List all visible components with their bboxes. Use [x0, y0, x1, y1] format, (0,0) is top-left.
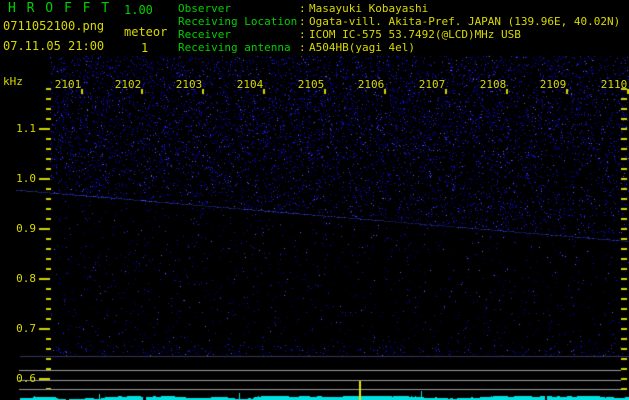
freq-axis-unit-label: kHz — [3, 76, 23, 88]
info-value: A504HB(yagi 4el) — [309, 41, 415, 54]
info-value: Masayuki Kobayashi — [309, 2, 428, 15]
app-title: H R O F F T — [8, 3, 111, 15]
info-colon: : — [299, 2, 309, 15]
freq-tick-label: 0.8 — [0, 273, 36, 284]
time-tick-label: 2110 — [600, 79, 628, 90]
station-info-row: Receiver:ICOM IC-575 53.7492(@LCD)MHz US… — [178, 28, 620, 41]
time-tick-label: 2102 — [114, 79, 142, 90]
spectrogram-canvas — [0, 0, 629, 400]
time-tick-label: 2103 — [175, 79, 203, 90]
time-tick-label: 2105 — [297, 79, 325, 90]
output-filename: 0711052100.png — [3, 20, 104, 32]
freq-tick-label: 1.1 — [0, 123, 36, 134]
mode-label: meteor — [124, 26, 167, 38]
info-value: ICOM IC-575 53.7492(@LCD)MHz USB — [309, 28, 521, 41]
time-tick-label: 2109 — [539, 79, 567, 90]
meteor-count: 1 — [141, 42, 148, 54]
timestamp: 07.11.05 21:00 — [3, 40, 104, 52]
time-tick-label: 2108 — [479, 79, 507, 90]
station-info-row: Receiving antenna:A504HB(yagi 4el) — [178, 41, 620, 54]
time-tick-label: 2106 — [357, 79, 385, 90]
freq-tick-label: 1.0 — [0, 173, 36, 184]
info-label: Receiving antenna — [178, 41, 299, 54]
freq-tick-label: 0.6 — [0, 373, 36, 384]
info-colon: : — [299, 15, 309, 28]
time-tick-label: 2107 — [418, 79, 446, 90]
info-label: Receiver — [178, 28, 299, 41]
time-tick-label: 2101 — [54, 79, 82, 90]
hrofft-output-screen: H R O F F T 1.00 0711052100.png meteor 0… — [0, 0, 629, 400]
freq-tick-label: 0.7 — [0, 323, 36, 334]
info-label: Receiving Location — [178, 15, 299, 28]
station-info: Observer:Masayuki KobayashiReceiving Loc… — [178, 2, 620, 54]
info-colon: : — [299, 41, 309, 54]
info-value: Ogata-vill. Akita-Pref. JAPAN (139.96E, … — [309, 15, 620, 28]
station-info-row: Receiving Location:Ogata-vill. Akita-Pre… — [178, 15, 620, 28]
freq-tick-label: 0.9 — [0, 223, 36, 234]
time-tick-label: 2104 — [236, 79, 264, 90]
info-colon: : — [299, 28, 309, 41]
info-label: Observer — [178, 2, 299, 15]
station-info-row: Observer:Masayuki Kobayashi — [178, 2, 620, 15]
app-version: 1.00 — [124, 4, 153, 16]
